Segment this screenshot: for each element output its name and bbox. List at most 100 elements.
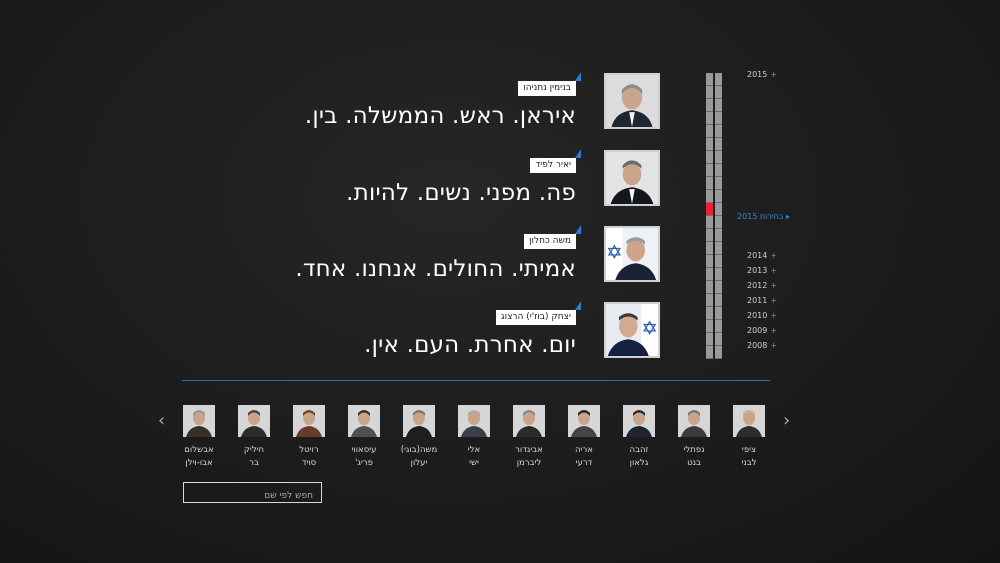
politician-name: אבשלום אבו-וילן: [184, 445, 214, 468]
politician-thumb[interactable]: ציפי לבני: [733, 405, 765, 470]
speaker-name: יצחק (בוז'י) הרצוג: [495, 301, 582, 325]
politician-thumb[interactable]: נפתלי בנט: [678, 405, 710, 470]
timeline-cell[interactable]: [706, 73, 713, 86]
timeline-cell[interactable]: [715, 307, 722, 320]
search-input[interactable]: [184, 486, 321, 506]
timeline-cell[interactable]: [715, 203, 722, 216]
timeline-cell[interactable]: [706, 203, 713, 216]
timeline-cell[interactable]: [706, 216, 713, 229]
quote-text: אמיתי. החולים. אנחנו. אחד.: [295, 256, 576, 282]
politician-thumb[interactable]: משה(בוגי) יעלון: [401, 405, 437, 470]
election-label: בחירות 2015: [737, 212, 784, 221]
timeline-year[interactable]: 2008 +: [747, 341, 777, 350]
timeline-cell[interactable]: [715, 294, 722, 307]
timeline-cell[interactable]: [715, 229, 722, 242]
politician-thumb[interactable]: אריה דרעי: [568, 405, 600, 470]
politician-photo: [293, 405, 325, 437]
timeline-cell[interactable]: [715, 73, 722, 86]
quote-text: פה. מפני. נשים. להיות.: [346, 180, 576, 206]
timeline-cell[interactable]: [706, 294, 713, 307]
timeline-cell[interactable]: [715, 320, 722, 333]
timeline-year[interactable]: 2009 +: [747, 326, 777, 335]
timeline-cell[interactable]: [715, 125, 722, 138]
election-marker[interactable]: ▸ בחירות 2015: [737, 212, 790, 221]
politician-name: אלי ישי: [467, 445, 481, 468]
timeline-cell[interactable]: [706, 268, 713, 281]
politician-name: משה(בוגי) יעלון: [400, 445, 438, 468]
politician-photo: [348, 405, 380, 437]
quote-text: איראן. ראש. הממשלה. בין.: [304, 103, 576, 129]
timeline-cell[interactable]: [706, 112, 713, 125]
timeline-year-2015[interactable]: 2015 +: [747, 70, 777, 79]
speaker-name: בנימין נתניהו: [518, 72, 581, 96]
timeline-cell[interactable]: [706, 333, 713, 346]
timeline-cell[interactable]: [715, 216, 722, 229]
politician-thumb[interactable]: רויטל סויד: [293, 405, 325, 470]
timeline-cell[interactable]: [715, 99, 722, 112]
politician-photo: [238, 405, 270, 437]
politician-thumb[interactable]: אבשלום אבו-וילן: [183, 405, 215, 470]
chevron-left-icon[interactable]: ‹: [158, 410, 165, 431]
politician-photo: [183, 405, 215, 437]
timeline-cell[interactable]: [706, 320, 713, 333]
timeline-cell[interactable]: [706, 99, 713, 112]
timeline-cell[interactable]: [706, 164, 713, 177]
politician-name: זהבה גלאון: [629, 445, 649, 468]
timeline-cell[interactable]: [706, 151, 713, 164]
politician-thumb[interactable]: אלי ישי: [458, 405, 490, 470]
politician-thumb[interactable]: חיליק בר: [238, 405, 270, 470]
timeline-year[interactable]: 2014 +: [747, 251, 777, 260]
timeline-cell[interactable]: [706, 138, 713, 151]
quote-card[interactable]: בנימין נתניהו איראן. ראש. הממשלה. בין.: [300, 72, 660, 135]
timeline-cell[interactable]: [715, 281, 722, 294]
timeline-column-right[interactable]: [715, 73, 722, 359]
timeline-cell[interactable]: [706, 307, 713, 320]
timeline-cell[interactable]: [706, 281, 713, 294]
timeline-cell[interactable]: [706, 229, 713, 242]
timeline-column-left[interactable]: [706, 73, 713, 359]
timeline-year[interactable]: 2012 +: [747, 281, 777, 290]
timeline-cell[interactable]: [715, 164, 722, 177]
timeline-cell[interactable]: [706, 190, 713, 203]
speaker-name: משה כחלון: [524, 225, 581, 249]
speaker-name: יאיר לפיד: [530, 149, 581, 173]
timeline-cell[interactable]: [706, 346, 713, 359]
quote-card[interactable]: משה כחלון אמיתי. החולים. אנחנו. אחד.: [295, 225, 660, 288]
timeline-cell[interactable]: [706, 86, 713, 99]
quote-card[interactable]: יאיר לפיד פה. מפני. נשים. להיות.: [300, 149, 660, 212]
timeline-cell[interactable]: [715, 151, 722, 164]
politician-thumb[interactable]: אביגדור ליברמן: [513, 405, 545, 470]
chevron-right-icon[interactable]: ›: [783, 410, 790, 431]
quote-text: יום. אחרת. העם. אין.: [364, 332, 576, 358]
timeline-cell[interactable]: [715, 86, 722, 99]
timeline-cell[interactable]: [706, 242, 713, 255]
speaker-photo: [604, 150, 660, 206]
section-divider: [182, 380, 770, 381]
timeline-cell[interactable]: [706, 255, 713, 268]
quote-card[interactable]: יצחק (בוז'י) הרצוג יום. אחרת. העם. אין.: [300, 301, 660, 364]
politician-name: עיסאווי פריג': [351, 445, 377, 468]
timeline-cell[interactable]: [715, 346, 722, 359]
speaker-photo: [604, 302, 660, 358]
politician-name: רויטל סויד: [299, 445, 319, 468]
timeline-year[interactable]: 2013 +: [747, 266, 777, 275]
timeline-cell[interactable]: [715, 190, 722, 203]
timeline-cell[interactable]: [715, 138, 722, 151]
speaker-photo: [604, 226, 660, 282]
politician-photo: [458, 405, 490, 437]
politician-name: אביגדור ליברמן: [515, 445, 543, 468]
timeline-cell[interactable]: [706, 125, 713, 138]
timeline-cell[interactable]: [715, 112, 722, 125]
name-search-box[interactable]: [183, 482, 322, 506]
politician-thumb[interactable]: זהבה גלאון: [623, 405, 655, 470]
timeline-cell[interactable]: [715, 255, 722, 268]
timeline-year[interactable]: 2011 +: [747, 296, 777, 305]
timeline-cell[interactable]: [706, 177, 713, 190]
timeline-cell[interactable]: [715, 268, 722, 281]
politician-thumb[interactable]: עיסאווי פריג': [348, 405, 380, 470]
timeline-year[interactable]: 2010 +: [747, 311, 777, 320]
timeline-cell[interactable]: [715, 333, 722, 346]
timeline-cell[interactable]: [715, 242, 722, 255]
speaker-photo: [604, 73, 660, 129]
timeline-cell[interactable]: [715, 177, 722, 190]
